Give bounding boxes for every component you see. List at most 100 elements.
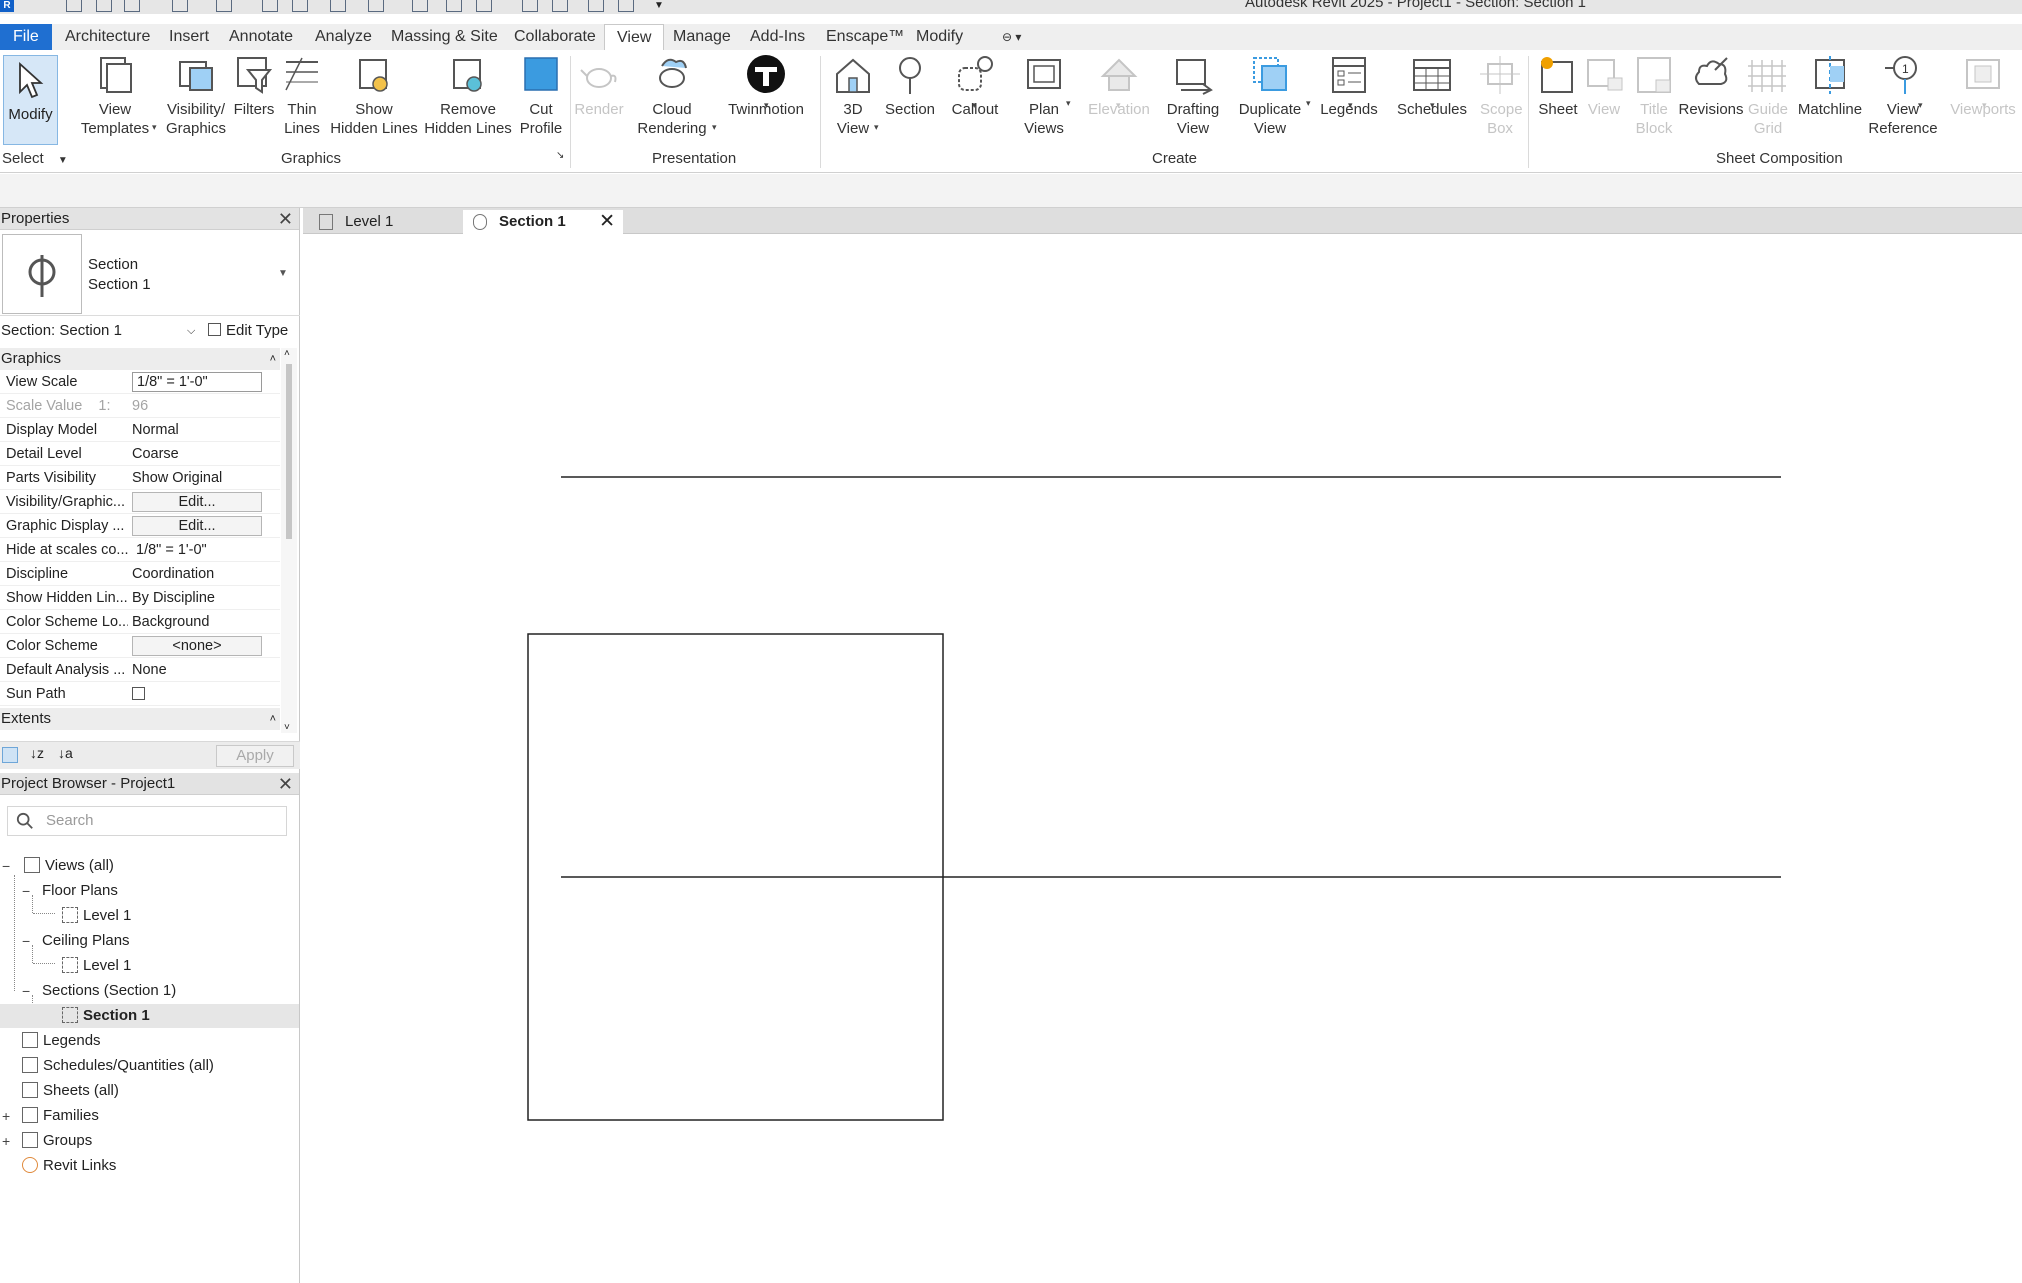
prop-hide-at-scales[interactable]: Hide at scales co... 1/8" = 1'-0" — [0, 538, 280, 562]
schedules-button[interactable]: Schedules ▾ — [1396, 54, 1468, 119]
filters-button[interactable]: Filters — [230, 54, 278, 119]
tree-views-all[interactable]: − Views (all) — [0, 854, 114, 878]
close-doc-icon[interactable] — [292, 0, 308, 12]
apply-button[interactable]: Apply — [216, 745, 294, 767]
collapse-icon[interactable]: − — [22, 979, 30, 1003]
collapse-icon[interactable]: − — [2, 854, 10, 878]
collapse-icon[interactable]: ˄ — [270, 708, 276, 730]
scroll-down-icon[interactable]: ˅ — [284, 722, 290, 733]
graphic-display-edit-button[interactable]: Edit... — [132, 516, 262, 536]
prop-detail-level[interactable]: Detail Level Coarse — [0, 442, 280, 466]
group-graphics[interactable]: Graphics ˄ — [0, 348, 280, 370]
guide-grid-button[interactable]: Guide Grid — [1748, 54, 1788, 138]
switch-windows-icon[interactable] — [618, 0, 634, 12]
tab-annotate[interactable]: Annotate — [227, 24, 295, 50]
view-tab-section-1[interactable]: Section 1 ✕ — [463, 210, 623, 234]
tab-manage[interactable]: Manage — [671, 24, 733, 50]
drawing-canvas[interactable] — [303, 235, 2022, 1283]
color-scheme-button[interactable]: <none> — [132, 636, 262, 656]
view-reference-button[interactable]: 1 View Reference ▾ — [1868, 54, 1938, 138]
prop-default-analysis[interactable]: Default Analysis ... None — [0, 658, 280, 682]
tree-floor-plan-level-1[interactable]: Level 1 — [62, 904, 131, 928]
view-tab-level-1[interactable]: Level 1 — [309, 210, 459, 234]
place-view-button[interactable]: View — [1584, 54, 1624, 119]
group-extents[interactable]: Extents ˄ — [0, 708, 280, 730]
close-icon[interactable]: ✕ — [278, 208, 293, 230]
plan-views-button[interactable]: Plan Views ▾ — [1016, 54, 1072, 138]
tab-collaborate[interactable]: Collaborate — [512, 24, 598, 50]
show-hidden-lines-button[interactable]: Show Hidden Lines — [330, 54, 418, 138]
tree-floor-plans[interactable]: − Floor Plans — [20, 879, 118, 903]
select-dropdown[interactable]: Select ▼ — [2, 150, 68, 167]
tag-icon[interactable] — [412, 0, 428, 12]
thin-lines-qa-icon[interactable] — [552, 0, 568, 12]
type-selector[interactable]: Section Section 1 ▼ — [0, 232, 300, 316]
modify-button[interactable]: Modify — [3, 55, 58, 145]
close-icon[interactable]: ✕ — [599, 210, 615, 234]
close-inactive-icon[interactable] — [588, 0, 604, 12]
tree-sheets[interactable]: Sheets (all) — [22, 1079, 119, 1103]
scrollbar-thumb[interactable] — [286, 364, 292, 539]
view-scale-input[interactable]: 1/8" = 1'-0" — [132, 372, 262, 392]
prop-show-hidden-lines[interactable]: Show Hidden Lin... By Discipline — [0, 586, 280, 610]
tree-sections[interactable]: − Sections (Section 1) — [20, 979, 176, 1003]
tab-architecture[interactable]: Architecture — [63, 24, 152, 50]
visibility-graphics-button[interactable]: Visibility/Graphics — [162, 54, 230, 138]
3d-view-button[interactable]: 3D View ▾ — [828, 54, 879, 138]
scroll-up-icon[interactable]: ˄ — [284, 348, 290, 359]
thin-lines-button[interactable]: Thin Lines — [282, 54, 322, 138]
tab-insert[interactable]: Insert — [167, 24, 211, 50]
tree-section-1[interactable]: Section 1 — [0, 1004, 299, 1028]
collapse-icon[interactable]: − — [22, 879, 30, 903]
matchline-button[interactable]: Matchline — [1794, 54, 1866, 119]
tab-modify[interactable]: Modify — [914, 24, 965, 50]
search-input[interactable]: Search — [7, 806, 287, 836]
tree-ceiling-plan-level-1[interactable]: Level 1 — [62, 954, 131, 978]
chevron-down-icon[interactable]: ▼ — [278, 268, 288, 279]
elevation-button[interactable]: Elevation ▾ — [1084, 54, 1154, 119]
prop-color-scheme-location[interactable]: Color Scheme Lo... Background — [0, 610, 280, 634]
viewports-button[interactable]: Viewports ▾ — [1948, 54, 2018, 119]
expand-icon[interactable]: + — [2, 1104, 10, 1128]
redo-icon[interactable] — [216, 0, 232, 12]
prop-discipline[interactable]: Discipline Coordination — [0, 562, 280, 586]
tree-schedules[interactable]: Schedules/Quantities (all) — [22, 1054, 214, 1078]
contextual-tab-dropdown-icon[interactable]: ⊖ ▾ — [1000, 24, 1023, 50]
expand-icon[interactable]: + — [2, 1129, 10, 1153]
legends-button[interactable]: Legends ▾ — [1318, 54, 1380, 119]
remove-hidden-lines-button[interactable]: Remove Hidden Lines — [424, 54, 512, 138]
sun-path-checkbox[interactable] — [132, 687, 145, 700]
customize-qa-icon[interactable]: ▼ — [654, 0, 670, 12]
tree-ceiling-plans[interactable]: − Ceiling Plans — [20, 929, 130, 953]
cloud-rendering-button[interactable]: Cloud Rendering ▾ — [632, 54, 717, 138]
undo-icon[interactable] — [172, 0, 188, 12]
tab-add-ins[interactable]: Add-Ins — [748, 24, 807, 50]
render-button[interactable]: Render — [574, 54, 624, 119]
revisions-button[interactable]: Revisions — [1676, 54, 1746, 119]
twinmotion-button[interactable]: Twinmotion ▾ — [726, 54, 806, 119]
tree-groups[interactable]: + Groups — [0, 1129, 92, 1153]
text-icon[interactable] — [446, 0, 462, 12]
cut-profile-button[interactable]: Cut Profile — [516, 54, 566, 138]
edit-type-button[interactable]: Edit Type — [208, 318, 288, 344]
tab-file[interactable]: File — [0, 24, 52, 50]
scope-box-button[interactable]: Scope Box — [1480, 54, 1523, 138]
tab-analyze[interactable]: Analyze — [313, 24, 374, 50]
callout-button[interactable]: Callout ▾ — [948, 54, 1002, 119]
measure-icon[interactable] — [330, 0, 346, 12]
graphics-panel-launcher-icon[interactable]: ↘ — [556, 150, 564, 161]
save-icon[interactable] — [96, 0, 112, 12]
close-icon[interactable]: ✕ — [278, 773, 293, 795]
prop-display-model[interactable]: Display Model Normal — [0, 418, 280, 442]
visibility-graphics-edit-button[interactable]: Edit... — [132, 492, 262, 512]
sort-ascending-icon[interactable]: ↓z — [30, 745, 44, 761]
align-dimension-icon[interactable] — [368, 0, 384, 12]
duplicate-view-button[interactable]: Duplicate View ▾ — [1234, 54, 1311, 138]
sort-descending-icon[interactable]: ↓a — [58, 745, 73, 761]
open-icon[interactable] — [66, 0, 82, 12]
view-templates-button[interactable]: View Templates ▾ — [78, 54, 157, 138]
properties-scrollbar[interactable]: ˄ ˅ — [281, 348, 297, 733]
tree-legends[interactable]: Legends — [22, 1029, 101, 1053]
prop-parts-visibility[interactable]: Parts Visibility Show Original — [0, 466, 280, 490]
section-button[interactable]: Section — [882, 54, 938, 119]
